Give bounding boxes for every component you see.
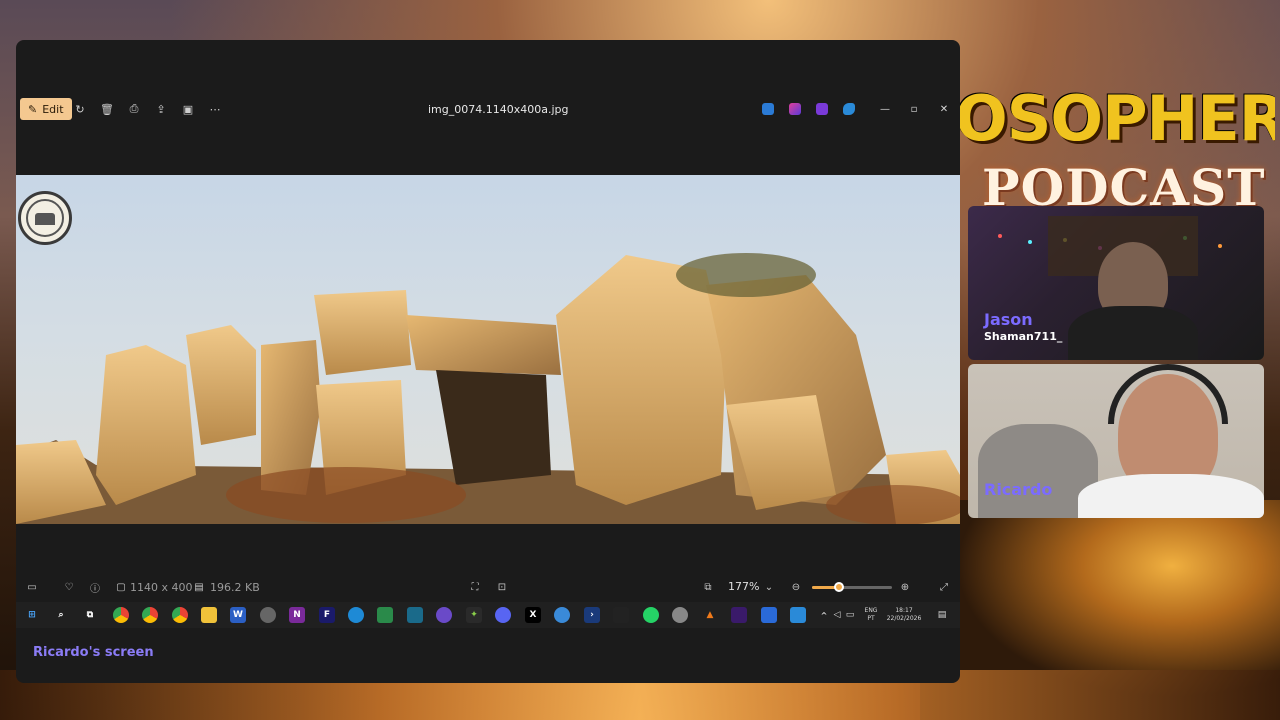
participant-name: Ricardo (984, 480, 1053, 499)
file-size-icon: ▤ (194, 581, 204, 593)
stream-canvas: OSOPHER PODCAST ✎ Edit ↻ 🗑 ⎙ ⇪ ▣ ⋯ img_0… (0, 0, 1280, 720)
photo-viewer-window: ✎ Edit ↻ 🗑 ⎙ ⇪ ▣ ⋯ img_0074.1140x400a.jp… (16, 40, 960, 683)
share-icon[interactable]: ⇪ (154, 102, 168, 116)
app-icon[interactable] (407, 607, 423, 623)
fullscreen-icon[interactable]: ⤢ (937, 580, 951, 594)
edit-label: Edit (42, 102, 64, 116)
headphones (1108, 364, 1228, 424)
fit-screen-icon[interactable]: ⛶ (468, 580, 482, 594)
file-name: img_0074.1140x400a.jpg (428, 103, 569, 116)
app-badge-icon[interactable] (816, 103, 828, 115)
filmstrip-icon[interactable]: ▭ (25, 580, 39, 594)
app-icon[interactable] (377, 607, 393, 623)
discord-icon[interactable] (495, 607, 511, 623)
participant-video-1: Jason Shaman711_ (968, 206, 1264, 360)
participant-handle: Shaman711_ (984, 330, 1063, 343)
fit-window-icon[interactable]: ⧉ (701, 580, 715, 594)
maximize-icon[interactable]: ▫ (906, 101, 922, 117)
language-indicator[interactable]: ENG PT (864, 607, 878, 623)
participant-video-2: Ricardo (968, 364, 1264, 518)
vlc-icon[interactable]: ▲ (702, 607, 718, 623)
edge-icon[interactable] (348, 607, 364, 623)
x-icon[interactable]: X (525, 607, 541, 623)
rotate-icon[interactable]: ↻ (73, 102, 87, 116)
app-badge-icon[interactable] (762, 103, 774, 115)
app-badge-icon[interactable] (789, 103, 801, 115)
zoom-level[interactable]: 177% (728, 580, 759, 593)
app-icon[interactable] (761, 607, 777, 623)
file-explorer-icon[interactable] (201, 607, 217, 623)
participant-body (1078, 474, 1264, 518)
participant-body (1068, 306, 1198, 360)
image-dimensions: 1140 x 400 (130, 581, 193, 594)
app-icon[interactable]: ✦ (466, 607, 482, 623)
brand-title: OSOPHER (955, 82, 1275, 155)
minimize-icon[interactable]: — (877, 101, 893, 117)
app-icon[interactable] (731, 607, 747, 623)
photo-image (16, 175, 960, 524)
delete-icon[interactable]: 🗑 (100, 102, 114, 116)
actual-size-icon[interactable]: ⊡ (495, 580, 509, 594)
pencil-icon: ✎ (28, 102, 38, 116)
app-badge-icon[interactable] (843, 103, 855, 115)
app-icon[interactable] (436, 607, 452, 623)
network-icon[interactable]: ▭ (842, 607, 858, 623)
image-size-icon: ▢ (116, 581, 126, 593)
app-icon[interactable] (554, 607, 570, 623)
search-icon[interactable]: ⌕ (53, 607, 69, 623)
podcast-logo (18, 191, 72, 245)
zoom-out-icon[interactable]: ⊖ (789, 580, 803, 594)
info-bar: ▭ ♡ ⓘ ▢ 1140 x 400 ▤ 196.2 KB ⛶ ⊡ ⧉ 177%… (16, 577, 960, 597)
slideshow-icon[interactable]: ▣ (181, 102, 195, 116)
edit-button[interactable]: ✎ Edit (20, 98, 72, 120)
clock[interactable]: 18:17 22/02/2026 (882, 607, 926, 623)
chevron-down-icon[interactable]: ⌄ (762, 580, 776, 594)
whatsapp-icon[interactable] (643, 607, 659, 623)
terminal-icon[interactable]: › (584, 607, 600, 623)
chrome-icon[interactable] (142, 607, 158, 623)
windows-start-icon[interactable]: ⊞ (24, 607, 40, 623)
more-options-icon[interactable]: ⋯ (208, 102, 222, 116)
print-icon[interactable]: ⎙ (127, 102, 141, 116)
app-icon[interactable] (260, 607, 276, 623)
screen-share-label: Ricardo's screen (33, 645, 154, 660)
windows-taskbar: ⊞ ⌕ ⧉ W N F ✦ X › ▲ ^ ◁ ▭ ENG PT 18:17 2… (16, 602, 960, 628)
zoom-slider[interactable] (812, 582, 892, 592)
participant-name: Jason (984, 310, 1033, 329)
zoom-slider-handle[interactable] (834, 582, 845, 592)
file-size: 196.2 KB (210, 581, 260, 594)
photos-icon[interactable] (790, 607, 806, 623)
favorite-heart-icon[interactable]: ♡ (62, 580, 76, 594)
app-icon[interactable]: F (319, 607, 335, 623)
notification-icon[interactable]: ▤ (934, 607, 950, 623)
app-icon[interactable] (613, 607, 629, 623)
task-view-icon[interactable]: ⧉ (82, 607, 98, 623)
chrome-icon[interactable] (172, 607, 188, 623)
title-bar: ✎ Edit ↻ 🗑 ⎙ ⇪ ▣ ⋯ img_0074.1140x400a.jp… (16, 96, 960, 124)
onenote-icon[interactable]: N (289, 607, 305, 623)
app-icon[interactable] (672, 607, 688, 623)
word-icon[interactable]: W (230, 607, 246, 623)
close-icon[interactable]: ✕ (936, 101, 952, 117)
dolmen-photo (16, 253, 960, 524)
info-icon[interactable]: ⓘ (88, 580, 102, 595)
chrome-icon[interactable] (113, 607, 129, 623)
zoom-in-icon[interactable]: ⊕ (898, 580, 912, 594)
